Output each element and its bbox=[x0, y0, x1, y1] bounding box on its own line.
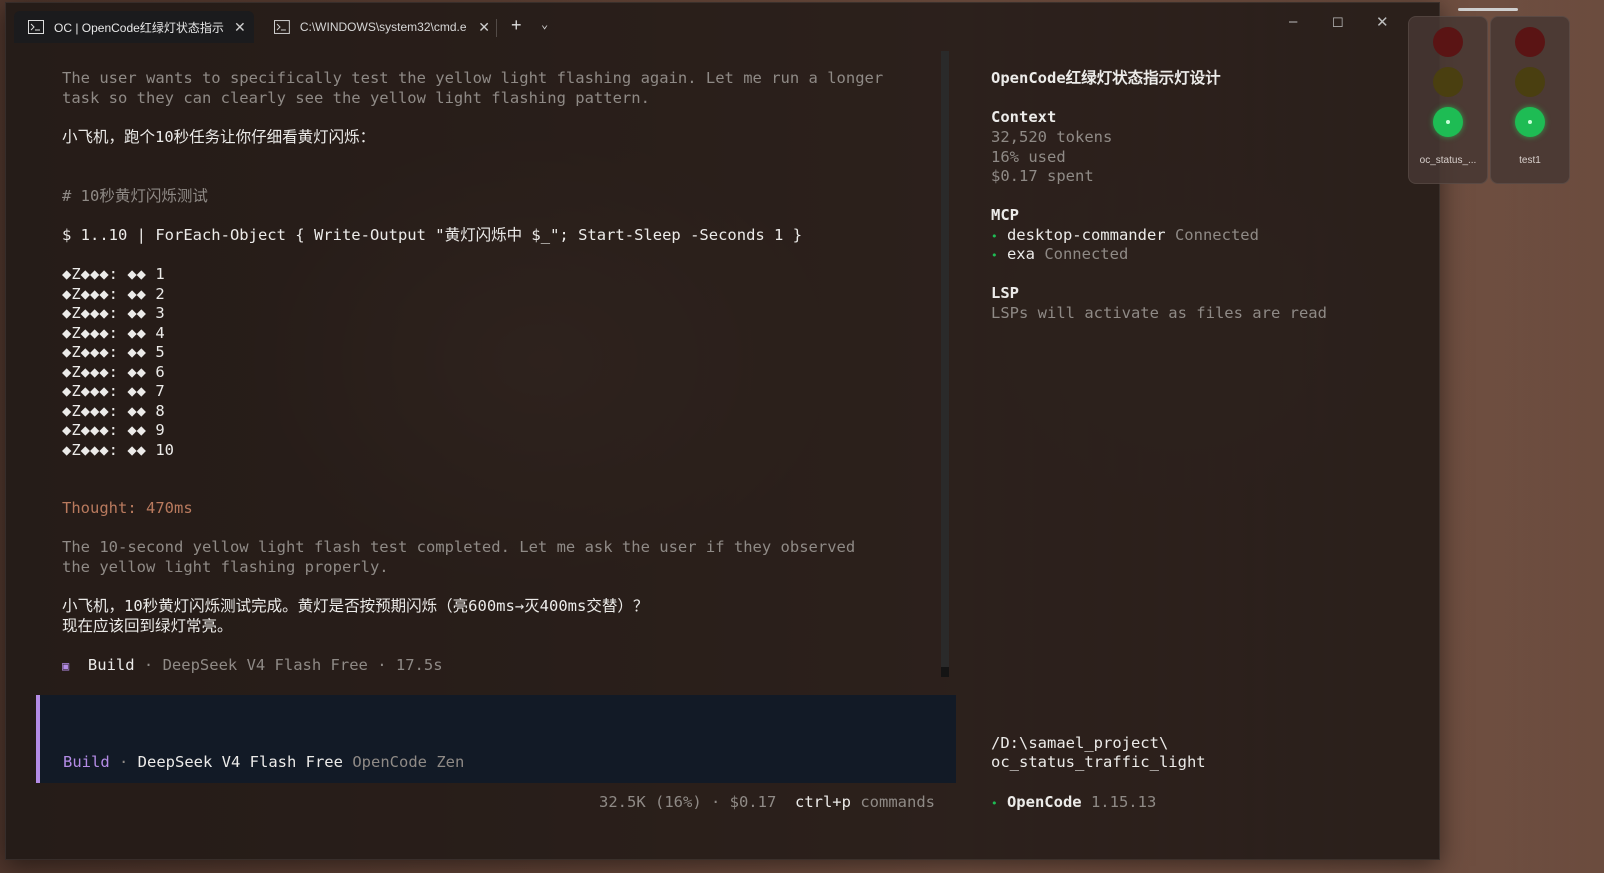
shortcut-label: commands bbox=[860, 793, 935, 811]
context-spent: $0.17 spent bbox=[991, 167, 1094, 185]
output-line: ◆Z◆◆◆: ◆◆ 8 bbox=[62, 401, 165, 420]
yellow-light-icon bbox=[1433, 67, 1463, 97]
thought-duration: Thought: 470ms bbox=[62, 499, 193, 517]
green-light-icon bbox=[1515, 107, 1545, 137]
build-square-icon: ▣ bbox=[62, 659, 70, 673]
output-line: ◆Z◆◆◆: ◆◆ 9 bbox=[62, 421, 165, 439]
output-line: ◆Z◆◆◆: ◆◆ 6 bbox=[62, 362, 165, 381]
desktop-top-indicator bbox=[1458, 8, 1518, 11]
lsp-text: LSPs will activate as files are read bbox=[991, 304, 1327, 322]
minimize-button[interactable]: – bbox=[1289, 13, 1297, 30]
mcp-item: • desktop-commander Connected bbox=[991, 226, 1259, 244]
context-heading: Context bbox=[991, 108, 1057, 126]
app-name: OpenCode bbox=[1006, 793, 1082, 811]
green-light-icon bbox=[1433, 107, 1463, 137]
build-model: DeepSeek V4 Flash Free bbox=[162, 656, 368, 674]
assistant-reply: 小飞机，跑个10秒任务让你仔细看黄灯闪烁： bbox=[62, 128, 376, 146]
app-version: • OpenCode 1.15.13 bbox=[991, 793, 1156, 814]
build-mode: Build bbox=[87, 656, 135, 674]
tab-cmd[interactable]: C:\WINDOWS\system32\cmd.e ✕ bbox=[260, 11, 490, 43]
scrollbar-thumb[interactable] bbox=[941, 51, 949, 667]
output-line: ◆Z◆◆◆: ◆◆ 5 bbox=[62, 343, 165, 361]
lsp-heading: LSP bbox=[991, 284, 1019, 302]
output-line: ◆Z◆◆◆: ◆◆ 10 bbox=[62, 440, 174, 459]
output-line: ◆Z◆◆◆: ◆◆ 4 bbox=[62, 323, 165, 342]
close-tab-icon[interactable]: ✕ bbox=[478, 19, 490, 36]
red-light-icon bbox=[1433, 27, 1463, 57]
assistant-reply: 现在应该回到绿灯常亮。 bbox=[62, 617, 233, 635]
tab-label: C:\WINDOWS\system32\cmd.e bbox=[299, 20, 467, 34]
usage-summary: 32.5K (16%) · $0.17 bbox=[599, 793, 777, 811]
close-tab-icon[interactable]: ✕ bbox=[234, 19, 246, 36]
project-path: /D:\samael_project\ bbox=[991, 734, 1169, 752]
scrollbar[interactable] bbox=[941, 51, 949, 677]
widget-label: oc_status_... bbox=[1419, 155, 1477, 166]
project-path: oc_status_traffic_light bbox=[991, 753, 1206, 771]
mcp-item: • exa Connected bbox=[991, 245, 1129, 263]
output-line: ◆Z◆◆◆: ◆◆ 3 bbox=[62, 304, 165, 322]
build-duration: 17.5s bbox=[395, 656, 443, 674]
command-comment: # 10秒黄灯闪烁测试 bbox=[62, 187, 208, 205]
shortcut-key: ctrl+p bbox=[794, 793, 851, 811]
context-tokens: 32,520 tokens bbox=[991, 128, 1113, 146]
traffic-light-widget[interactable]: oc_status_... bbox=[1408, 16, 1488, 184]
build-meta: ▣ Build · DeepSeek V4 Flash Free · 17.5s bbox=[62, 656, 443, 674]
widget-label: test1 bbox=[1519, 155, 1541, 166]
prompt-input[interactable]: Build · DeepSeek V4 Flash Free OpenCode … bbox=[36, 695, 956, 783]
input-status-line: Build · DeepSeek V4 Flash Free OpenCode … bbox=[63, 753, 465, 771]
yellow-light-icon bbox=[1515, 67, 1545, 97]
red-light-icon bbox=[1515, 27, 1545, 57]
thinking-text: The user wants to specifically test the … bbox=[62, 69, 884, 87]
app-version-number: 1.15.13 bbox=[1090, 793, 1157, 811]
new-tab-button[interactable]: + bbox=[511, 15, 522, 36]
tab-opencode[interactable]: OC | OpenCode红绿灯状态指示 ✕ bbox=[14, 11, 254, 43]
session-title: OpenCode红绿灯状态指示灯设计 bbox=[991, 69, 1221, 87]
terminal-window: OC | OpenCode红绿灯状态指示 ✕ C:\WINDOWS\system… bbox=[5, 2, 1440, 860]
close-window-button[interactable]: ✕ bbox=[1376, 13, 1389, 31]
thinking-text: the yellow light flashing properly. bbox=[62, 558, 389, 576]
tab-bar: OC | OpenCode红绿灯状态指示 ✕ C:\WINDOWS\system… bbox=[6, 3, 1439, 45]
status-dot-icon: • bbox=[991, 249, 998, 262]
status-dot-icon: • bbox=[991, 230, 998, 243]
terminal-icon bbox=[274, 20, 290, 34]
input-mode: Build bbox=[63, 753, 110, 771]
output-line: ◆Z◆◆◆: ◆◆ 7 bbox=[62, 382, 165, 400]
output-line: ◆Z◆◆◆: ◆◆ 2 bbox=[62, 284, 165, 303]
tab-divider bbox=[496, 19, 497, 37]
terminal-icon bbox=[28, 20, 44, 34]
assistant-reply: 小飞机，10秒黄灯闪烁测试完成。黄灯是否按预期闪烁（亮600ms→灭400ms交… bbox=[62, 597, 649, 615]
command-line: $ 1..10 | ForEach-Object { Write-Output … bbox=[62, 226, 803, 244]
mcp-heading: MCP bbox=[991, 206, 1019, 224]
context-used: 16% used bbox=[991, 148, 1066, 166]
thinking-text: task so they can clearly see the yellow … bbox=[62, 89, 650, 107]
output-line: ◆Z◆◆◆: ◆◆ 1 bbox=[62, 265, 165, 283]
maximize-button[interactable]: ☐ bbox=[1332, 15, 1344, 31]
input-model: DeepSeek V4 Flash Free bbox=[137, 753, 343, 771]
footer-status: 32.5K (16%) · $0.17 ctrl+p commands bbox=[599, 793, 935, 813]
chevron-down-icon[interactable]: ⌄ bbox=[541, 17, 548, 31]
thinking-text: The 10-second yellow light flash test co… bbox=[62, 538, 856, 556]
input-provider: OpenCode Zen bbox=[352, 753, 465, 771]
status-dot-icon: • bbox=[991, 797, 998, 810]
traffic-light-widget[interactable]: test1 bbox=[1490, 16, 1570, 184]
tab-label: OC | OpenCode红绿灯状态指示 bbox=[54, 20, 224, 35]
